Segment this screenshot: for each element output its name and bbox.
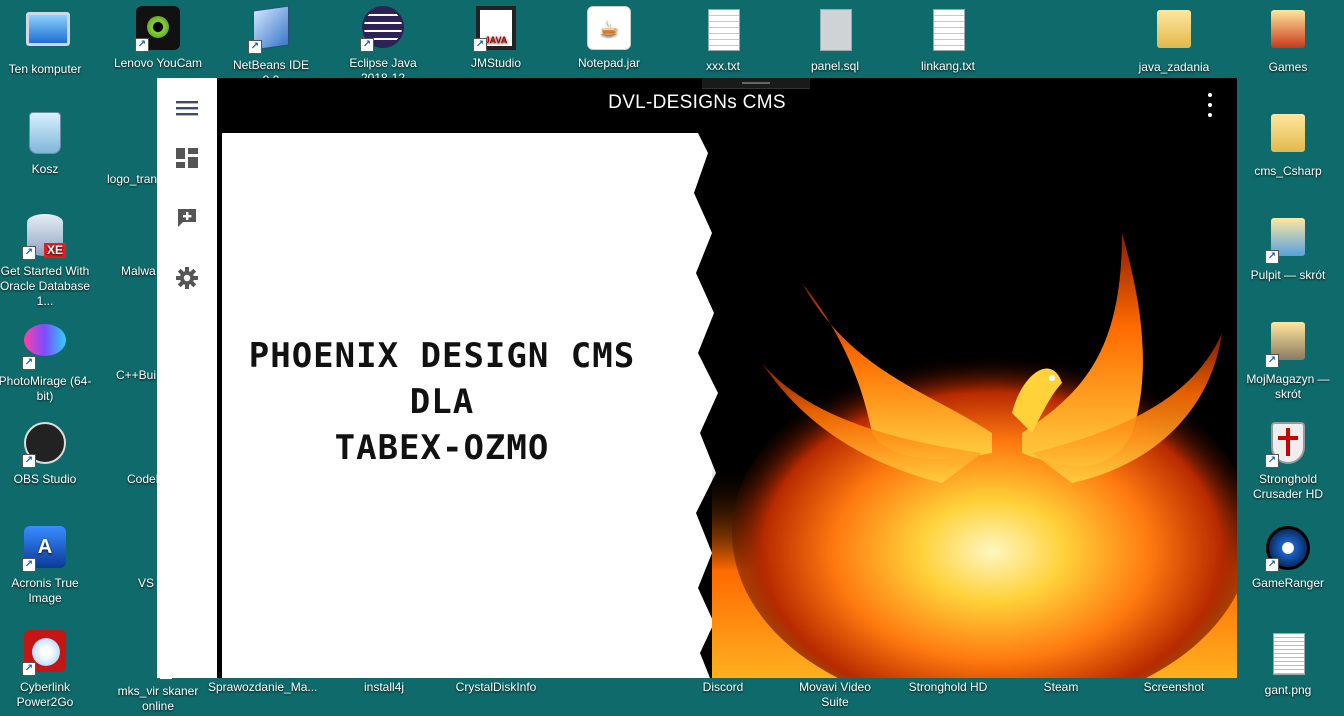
desktop-icon-acronis[interactable]: A ↗ Acronis True Image bbox=[0, 526, 93, 606]
netbeans-icon: ↗ bbox=[248, 5, 294, 54]
hero-banner: PHOENIX DESIGN CMS DLA TABEX-OZMO bbox=[222, 133, 1237, 678]
kebab-dot bbox=[1208, 103, 1212, 107]
desktop-icon-pulpit[interactable]: ↗ Pulpit — skrót bbox=[1240, 214, 1336, 283]
folder-icon bbox=[1265, 114, 1311, 160]
folder-shortcut-icon: ↗ bbox=[1265, 322, 1311, 368]
dashboard-button[interactable] bbox=[173, 144, 201, 172]
desktop-icon-stronghold-crusader[interactable]: ↗ Stronghold Crusader HD bbox=[1240, 422, 1336, 502]
webcam-icon: ↗ bbox=[135, 6, 181, 52]
computer-icon bbox=[22, 12, 70, 58]
desktop-icon-photomirage[interactable]: ↗ PhotoMirage (64-bit) bbox=[0, 318, 93, 404]
app-sidebar bbox=[157, 78, 217, 678]
desktop-icon-panel-sql[interactable]: panel.sql bbox=[787, 6, 883, 74]
hero-line-2: DLA bbox=[409, 382, 475, 422]
app-title: DVL-DESIGNs CMS bbox=[608, 92, 786, 113]
add-comment-icon bbox=[178, 209, 196, 227]
desktop-icon-recycle-bin[interactable]: Kosz bbox=[0, 110, 93, 177]
desktop-icon-obs[interactable]: ↗ OBS Studio bbox=[0, 422, 93, 487]
kebab-dot bbox=[1208, 93, 1212, 97]
settings-icon bbox=[176, 267, 198, 289]
desktop-icon-games[interactable]: Games bbox=[1240, 6, 1336, 75]
desktop-icon-steam[interactable]: Steam bbox=[1013, 680, 1109, 695]
desktop-icon-movavi[interactable]: Movavi Video Suite bbox=[787, 680, 883, 710]
desktop-icon-youcam[interactable]: ↗ Lenovo YouCam bbox=[110, 6, 206, 71]
app-titlebar: DVL-DESIGNs CMS bbox=[217, 78, 1237, 133]
shield-icon: ↗ bbox=[1265, 422, 1311, 468]
desktop-icon-discord[interactable]: Discord bbox=[675, 680, 771, 695]
desktop-icon-gameranger[interactable]: ↗ GameRanger bbox=[1240, 526, 1336, 591]
hero-line-1: PHOENIX DESIGN CMS bbox=[248, 336, 636, 376]
hero-heading: PHOENIX DESIGN CMS DLA TABEX-OZMO bbox=[242, 333, 642, 471]
phoenix-image bbox=[692, 133, 1237, 678]
eclipse-icon: ↗ bbox=[360, 6, 406, 52]
desktop-icon-crystaldiskinfo[interactable]: CrystalDiskInfo bbox=[448, 680, 544, 695]
image-file-icon bbox=[1265, 633, 1311, 679]
menu-icon bbox=[176, 101, 198, 116]
database-icon: XE ↗ bbox=[22, 214, 68, 260]
hero-text-panel: PHOENIX DESIGN CMS DLA TABEX-OZMO bbox=[222, 133, 692, 678]
desktop-icon-notepad-jar[interactable]: ☕ Notepad.jar bbox=[561, 6, 657, 71]
desktop-icon-cms-csharp[interactable]: cms_Csharp bbox=[1240, 110, 1336, 179]
desktop-icon-this-pc[interactable]: Ten komputer bbox=[0, 6, 93, 77]
desktop-icon-mojmagazyn[interactable]: ↗ MojMagazyn — skrót bbox=[1240, 318, 1336, 402]
desktop-icon-gant-png[interactable]: gant.png bbox=[1240, 630, 1336, 698]
kebab-dot bbox=[1208, 113, 1212, 117]
obs-icon: ↗ bbox=[22, 422, 68, 468]
desktop-icon-linkang-txt[interactable]: linkang.txt bbox=[900, 6, 996, 74]
jmstudio-icon: JAVA ↗ bbox=[473, 6, 519, 52]
desktop-icon-eclipse[interactable]: ↗ Eclipse Java 2018-12 bbox=[335, 6, 431, 86]
desktop-icon-jmstudio[interactable]: JAVA ↗ JMStudio bbox=[448, 6, 544, 71]
text-file-icon bbox=[925, 9, 971, 55]
folder-icon bbox=[1265, 10, 1311, 56]
phoenix-illustration bbox=[692, 133, 1237, 678]
desktop-icon-sprawozdanie[interactable]: Sprawozdanie_Ma... bbox=[208, 680, 317, 695]
sql-file-icon bbox=[812, 9, 858, 55]
folder-icon bbox=[1151, 10, 1197, 56]
disc-icon: ↗ bbox=[22, 630, 68, 676]
acronis-icon: A ↗ bbox=[22, 526, 68, 572]
desktop-icon-oracle-db[interactable]: XE ↗ Get Started With Oracle Database 1.… bbox=[0, 214, 93, 309]
desktop-icon-power2go[interactable]: ↗ Cyberlink Power2Go bbox=[0, 630, 93, 710]
desktop-icon-xxx-txt[interactable]: xxx.txt bbox=[675, 6, 771, 74]
desktop-icon-install4j[interactable]: install4j bbox=[336, 680, 432, 695]
photomirage-icon: ↗ bbox=[22, 324, 68, 370]
window-drag-handle[interactable] bbox=[702, 78, 810, 89]
dashboard-icon bbox=[176, 148, 198, 168]
java-icon: ☕ bbox=[586, 6, 632, 52]
cms-app-window: DVL-DESIGNs CMS PHOENIX DESIGN CMS DLA T… bbox=[157, 78, 1237, 678]
gameranger-icon: ↗ bbox=[1265, 526, 1311, 572]
desktop-icon-screenshot[interactable]: Screenshot bbox=[1126, 680, 1222, 695]
hero-line-3: TABEX-OZMO bbox=[334, 428, 550, 468]
recycle-bin-icon bbox=[22, 112, 68, 158]
more-options-button[interactable] bbox=[1205, 93, 1215, 117]
menu-button[interactable] bbox=[173, 94, 201, 122]
folder-shortcut-icon: ↗ bbox=[1265, 218, 1311, 264]
add-comment-button[interactable] bbox=[173, 204, 201, 232]
desktop-icon-stronghold-hd[interactable]: Stronghold HD bbox=[900, 680, 996, 695]
desktop-icon-java-zadania[interactable]: java_zadania bbox=[1126, 6, 1222, 75]
text-file-icon bbox=[700, 9, 746, 55]
settings-button[interactable] bbox=[173, 264, 201, 292]
desktop-icon-netbeans[interactable]: ↗ NetBeans IDE 8.2 bbox=[223, 5, 319, 88]
